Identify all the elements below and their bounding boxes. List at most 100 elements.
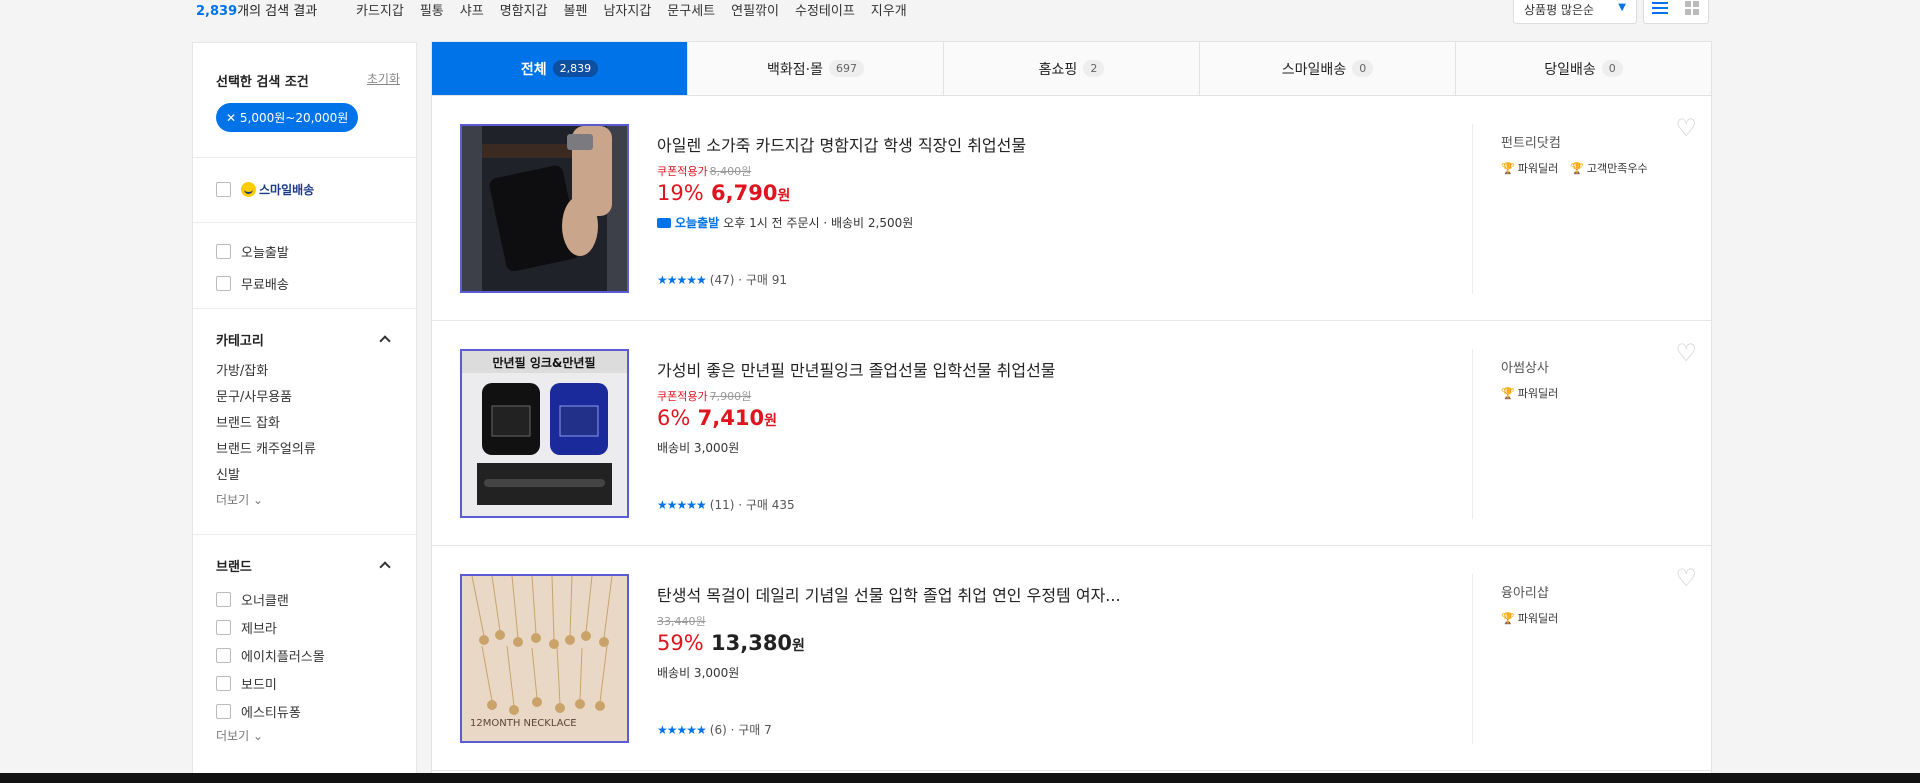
seller-info: 펀트리닷컴 🏆 파워딜러 🏆 고객만족우수 [1501,132,1648,176]
product-thumbnail[interactable]: 12MONTH NECKLACE [460,574,629,743]
sort-dropdown[interactable]: 상품평 많은순 ▼ [1513,0,1637,24]
keyword-link[interactable]: 카드지갑 [356,0,404,19]
keyword-link[interactable]: 문구세트 [667,0,715,19]
brand-label: 제브라 [241,621,277,637]
checkbox[interactable] [216,243,231,259]
review-count[interactable]: (6) · 구매 7 [710,721,772,738]
tab-count-badge: 0 [1601,60,1623,77]
delivery-option-label: 무료배송 [241,277,289,293]
coupon-price: 쿠폰적용가 8,400원 [657,163,1457,179]
product-thumbnail[interactable] [460,124,629,293]
category-header[interactable]: 카테고리 [216,329,393,349]
brand-label: 에이치플러스몰 [241,649,325,665]
smile-delivery-filter: 스마일배송 [193,158,416,223]
fountain-pen-ink-image: 만년필 잉크&만년필 [462,351,627,516]
wallet-hand-image [462,126,627,291]
checkbox[interactable] [216,591,231,607]
original-price: 8,400원 [709,165,752,178]
sort-label: 상품평 많은순 [1524,3,1595,17]
review-count[interactable]: (47) · 구매 91 [710,271,787,288]
tab-home-shopping[interactable]: 홈쇼핑 2 [943,42,1199,95]
tab-all[interactable]: 전체 2,839 [432,42,687,95]
brand-more-button[interactable]: 더보기 ⌄ [216,725,393,747]
checkbox[interactable] [216,181,231,197]
checkbox[interactable] [216,275,231,291]
checkbox[interactable] [216,703,231,719]
brand-option[interactable]: 보드미 [216,669,393,697]
keyword-link[interactable]: 남자지갑 [603,0,651,19]
reset-button[interactable]: 초기화 [367,70,400,87]
category-item[interactable]: 신발 [216,463,393,489]
brand-title: 브랜드 [216,559,252,575]
brand-header[interactable]: 브랜드 [216,555,393,575]
chevron-up-icon[interactable] [379,335,391,347]
bottom-edge-bar [0,773,1920,783]
sale-price: 19% 6,790원 [657,181,1457,205]
sale-price: 59% 13,380원 [657,631,1457,655]
category-more-button[interactable]: 더보기 ⌄ [216,489,393,511]
keyword-link[interactable]: 지우개 [871,0,907,19]
checkbox[interactable] [216,619,231,635]
trophy-icon: 🏆 [1570,161,1584,175]
delivery-option-label: 오늘출발 [241,245,289,261]
tab-label: 스마일배송 [1281,61,1347,78]
thumb-caption: 12MONTH NECKLACE [470,718,577,729]
seller-name[interactable]: 아썸상사 [1501,357,1558,376]
grid-view-button[interactable] [1676,0,1708,23]
keyword-link[interactable]: 볼펜 [564,0,588,19]
tab-department-store[interactable]: 백화점·몰 697 [687,42,943,95]
keyword-link[interactable]: 필통 [420,0,444,19]
keyword-link[interactable]: 수정테이프 [795,0,855,19]
list-view-button[interactable] [1644,0,1676,23]
keyword-link[interactable]: 연필깎이 [731,0,779,19]
tab-smile-delivery[interactable]: 스마일배송 0 [1199,42,1455,95]
price-filter-chip[interactable]: ✕ 5,000원~20,000원 [216,103,359,132]
category-item[interactable]: 문구/사무용품 [216,385,393,411]
keyword-link[interactable]: 명함지갑 [500,0,548,19]
brand-option[interactable]: 제브라 [216,613,393,641]
seller-badges: 🏆 파워딜러 [1501,385,1558,401]
discount-rate: 19% [657,181,704,205]
product-title[interactable]: 아일렌 소가죽 카드지갑 명함지갑 학생 직장인 취업선물 [657,132,1457,156]
heart-icon[interactable]: ♡ [1675,564,1697,592]
badge-label: 파워딜러 [1517,162,1559,175]
chevron-up-icon[interactable] [379,561,391,573]
product-item: 12MONTH NECKLACE 탄생석 목걸이 데일리 기념일 선물 입학 졸… [432,546,1711,771]
price-value: 13,380 [711,631,793,655]
shipping-info: 오늘출발 오후 1시 전 주문시 · 배송비 2,500원 [657,214,1457,231]
heart-icon[interactable]: ♡ [1675,114,1697,142]
discount-rate: 59% [657,631,704,655]
seller-name[interactable]: 펀트리닷컴 [1501,132,1648,151]
category-item[interactable]: 브랜드 캐주얼의류 [216,437,393,463]
shipping-text: 배송비 3,000원 [657,441,740,455]
product-title[interactable]: 탄생석 목걸이 데일리 기념일 선물 입학 졸업 취업 연인 우정템 여자... [657,582,1457,606]
category-item[interactable]: 가방/잡화 [216,359,393,385]
tab-count-badge: 2 [1083,60,1105,77]
smile-icon [241,181,256,197]
brand-label: 보드미 [241,677,277,693]
result-count-number: 2,839 [196,4,238,19]
checkbox[interactable] [216,647,231,663]
heart-icon[interactable]: ♡ [1675,339,1697,367]
product-item: 아일렌 소가죽 카드지갑 명함지갑 학생 직장인 취업선물 쿠폰적용가 8,400… [432,96,1711,321]
rating: ★★★★★ (11) · 구매 435 [657,496,795,513]
brand-option[interactable]: 에스티듀퐁 [216,697,393,725]
checkbox[interactable] [216,675,231,691]
brand-option[interactable]: 에이치플러스몰 [216,641,393,669]
badge-label: 파워딜러 [1517,612,1559,625]
brand-option[interactable]: 오너클랜 [216,585,393,613]
category-item[interactable]: 브랜드 잡화 [216,411,393,437]
coupon-label: 쿠폰적용가 [657,165,708,178]
tab-label: 당일배송 [1544,61,1596,78]
seller-name[interactable]: 융아리샵 [1501,582,1558,601]
keyword-link[interactable]: 샤프 [460,0,484,19]
tab-same-day-delivery[interactable]: 당일배송 0 [1455,42,1711,95]
review-count[interactable]: (11) · 구매 435 [710,496,795,513]
tab-label: 전체 [520,61,547,78]
product-title[interactable]: 가성비 좋은 만년필 만년필잉크 졸업선물 입학선물 취업선물 [657,357,1457,381]
delivery-option-free[interactable]: 무료배송 [216,269,393,297]
product-thumbnail[interactable]: 만년필 잉크&만년필 [460,349,629,518]
delivery-option-today[interactable]: 오늘출발 [216,237,393,265]
smile-delivery-option[interactable]: 스마일배송 [216,175,393,203]
seller-badges: 🏆 파워딜러 [1501,610,1558,626]
